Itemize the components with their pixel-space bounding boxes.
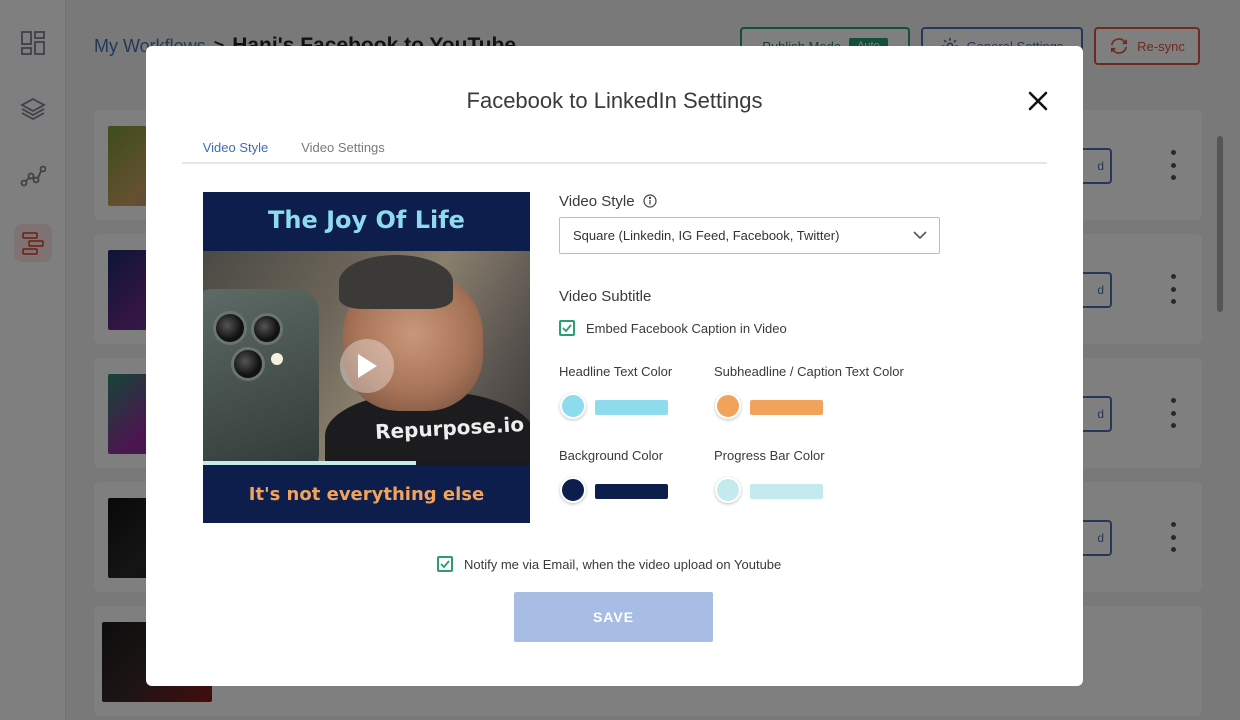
video-subtitle-label: Video Subtitle <box>559 288 652 305</box>
background-color-label: Background Color <box>559 448 664 463</box>
preview-progress-bar <box>203 461 416 465</box>
video-preview: The Joy Of Life Repurpose.io It's not ev… <box>203 192 530 523</box>
info-icon[interactable] <box>643 194 657 208</box>
background-color-bar[interactable] <box>595 484 668 499</box>
tab-video-settings[interactable]: Video Settings <box>290 130 396 164</box>
video-style-selected: Square (Linkedin, IG Feed, Facebook, Twi… <box>573 228 840 243</box>
tab-video-style[interactable]: Video Style <box>182 130 289 166</box>
headline-color-label: Headline Text Color <box>559 364 673 379</box>
progress-color-bar[interactable] <box>750 484 823 499</box>
tab-bar: Video Style Video Settings <box>182 130 1047 166</box>
close-icon[interactable] <box>1026 89 1050 113</box>
save-button[interactable]: SAVE <box>514 592 713 642</box>
background-color-swatch[interactable] <box>560 477 586 503</box>
preview-progress-track <box>203 461 530 465</box>
subheadline-color-bar[interactable] <box>750 400 823 415</box>
progress-color-label: Progress Bar Color <box>714 448 825 463</box>
modal-title: Facebook to LinkedIn Settings <box>466 88 763 113</box>
notify-email-checkbox[interactable] <box>437 556 453 572</box>
headline-color-bar[interactable] <box>595 400 668 415</box>
notify-email-label: Notify me via Email, when the video uplo… <box>464 557 782 572</box>
subheadline-color-swatch[interactable] <box>715 393 741 419</box>
preview-caption: It's not everything else <box>248 484 485 505</box>
play-icon[interactable] <box>340 339 394 393</box>
video-style-label: Video Style <box>559 193 635 210</box>
subheadline-color-label: Subheadline / Caption Text Color <box>714 364 904 379</box>
video-style-panel: The Joy Of Life Repurpose.io It's not ev… <box>182 164 1047 664</box>
phone-graphic <box>203 289 319 463</box>
embed-caption-label: Embed Facebook Caption in Video <box>586 321 787 336</box>
headline-color-swatch[interactable] <box>560 393 586 419</box>
preview-video-frame: Repurpose.io <box>203 251 530 463</box>
progress-color-swatch[interactable] <box>715 477 741 503</box>
settings-modal: Facebook to LinkedIn Settings Video Styl… <box>146 46 1083 686</box>
chevron-down-icon <box>913 231 927 240</box>
person-cap <box>339 255 453 309</box>
preview-headline: The Joy Of Life <box>268 206 465 234</box>
video-style-select[interactable]: Square (Linkedin, IG Feed, Facebook, Twi… <box>559 217 940 254</box>
embed-caption-checkbox[interactable] <box>559 320 575 336</box>
